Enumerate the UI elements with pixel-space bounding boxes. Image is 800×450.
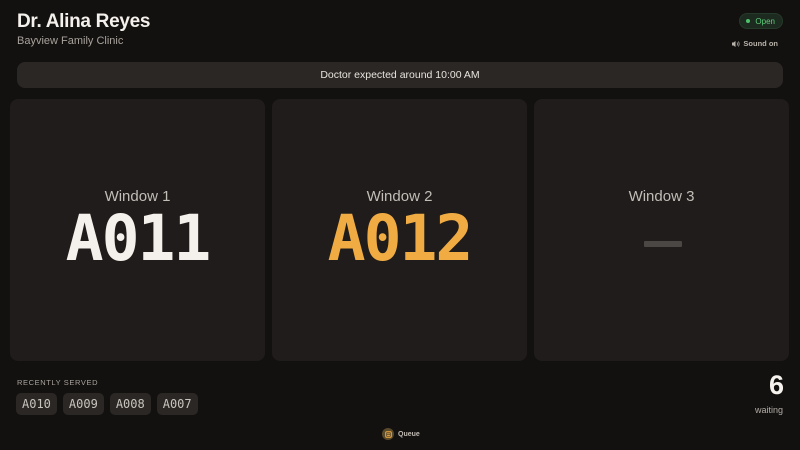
- clinic-name: Bayview Family Clinic: [17, 35, 124, 47]
- status-label: Open: [755, 16, 775, 26]
- sound-toggle[interactable]: Sound on: [731, 39, 778, 48]
- doctor-name: Dr. Alina Reyes: [17, 11, 151, 32]
- window-label: Window 3: [628, 188, 695, 205]
- window-card-1: Window 1 A011: [10, 99, 265, 361]
- empty-ticket-dash: [644, 241, 682, 247]
- window-ticket-active: A012: [327, 202, 474, 275]
- recently-served-list: A010 A009 A008 A007: [16, 393, 198, 415]
- window-card-3: Window 3: [534, 99, 789, 361]
- announcement-banner: Doctor expected around 10:00 AM: [17, 62, 783, 88]
- speaker-icon: [732, 40, 740, 47]
- queue-icon: [382, 428, 394, 440]
- recent-ticket-chip: A008: [109, 393, 151, 415]
- waiting-count: 6: [768, 370, 784, 400]
- recent-ticket-chip: A007: [156, 393, 198, 415]
- status-badge: Open: [739, 13, 783, 29]
- recently-served-label: RECENTLY SERVED: [17, 378, 99, 387]
- status-dot-icon: [746, 19, 751, 23]
- window-ticket: A011: [65, 202, 212, 275]
- window-card-2: Window 2 A012: [272, 99, 527, 361]
- waiting-label: waiting: [754, 405, 783, 415]
- sound-label: Sound on: [743, 39, 778, 48]
- recent-ticket-chip: A009: [62, 393, 104, 415]
- recent-ticket-chip: A010: [16, 393, 57, 415]
- queue-label: Queue: [398, 430, 420, 438]
- queue-button[interactable]: Queue: [382, 428, 420, 440]
